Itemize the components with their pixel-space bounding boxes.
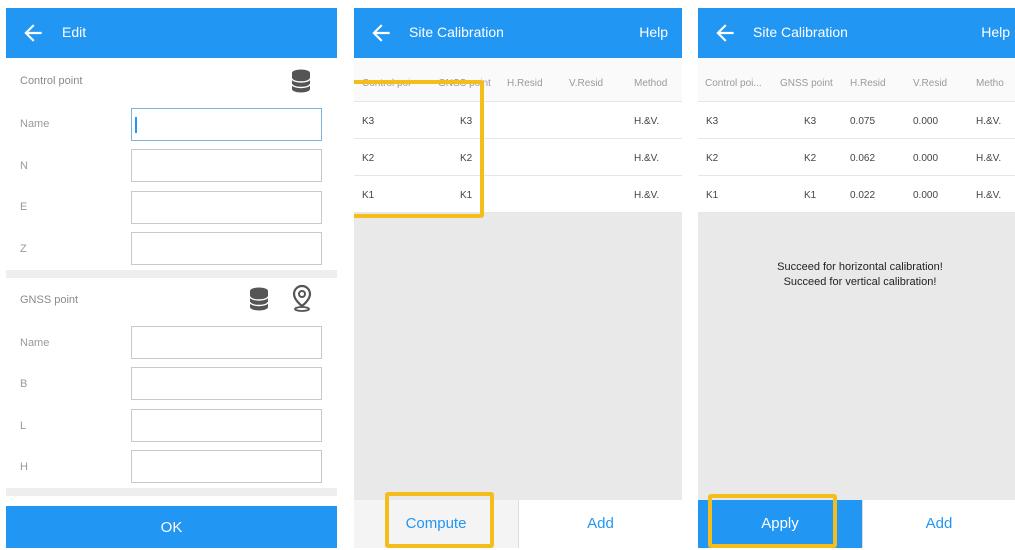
column-header-control-point[interactable]: Control poi... bbox=[705, 78, 762, 89]
cell-control-point: K1 bbox=[706, 190, 719, 201]
column-header-method[interactable]: Method bbox=[634, 78, 667, 89]
table-header: Control poi... GNSS point H.Resid V.Resi… bbox=[698, 58, 1015, 102]
control-name-input[interactable] bbox=[131, 108, 322, 141]
gnss-b-input[interactable] bbox=[131, 367, 322, 400]
empty-list-area bbox=[354, 213, 682, 500]
table-row[interactable]: K1 K1 0.022 0.000 H.&V. bbox=[698, 176, 1015, 213]
section-divider bbox=[6, 270, 337, 278]
edit-screen: Edit Control point Name N E Z GNSS point… bbox=[6, 8, 337, 548]
add-button[interactable]: Add bbox=[862, 500, 1015, 548]
empty-list-area bbox=[698, 213, 1015, 500]
app-bar: Edit bbox=[6, 8, 337, 58]
gnss-point-section-title: GNSS point bbox=[20, 294, 79, 306]
column-header-v-resid[interactable]: V.Resid bbox=[913, 78, 947, 89]
column-header-v-resid[interactable]: V.Resid bbox=[569, 78, 603, 89]
add-button-label: Add bbox=[925, 515, 953, 532]
control-n-label: N bbox=[20, 160, 28, 172]
cell-h-resid: 0.075 bbox=[850, 116, 876, 127]
cell-method: H.&V. bbox=[976, 116, 1002, 127]
control-z-label: Z bbox=[20, 243, 27, 255]
app-bar: Site Calibration Help bbox=[354, 8, 682, 58]
page-title: Edit bbox=[62, 24, 87, 40]
add-button[interactable]: Add bbox=[518, 500, 682, 548]
gnss-l-input[interactable] bbox=[131, 409, 322, 442]
column-header-method[interactable]: Metho bbox=[976, 78, 1004, 89]
table-row[interactable]: K3 K3 0.075 0.000 H.&V. bbox=[698, 102, 1015, 139]
back-arrow-icon[interactable] bbox=[20, 20, 46, 46]
table-row[interactable]: K2 K2 0.062 0.000 H.&V. bbox=[698, 139, 1015, 176]
gnss-h-input[interactable] bbox=[131, 450, 322, 483]
column-header-h-resid[interactable]: H.Resid bbox=[507, 78, 543, 89]
cell-v-resid: 0.000 bbox=[913, 153, 939, 164]
ok-button-label: OK bbox=[160, 519, 183, 536]
gnss-h-label: H bbox=[20, 461, 28, 473]
cell-method: H.&V. bbox=[634, 153, 660, 164]
site-calibration-screen: Site Calibration Help Control poi GNSS p… bbox=[354, 8, 682, 548]
horizontal-calibration-message: Succeed for horizontal calibration! bbox=[777, 261, 943, 273]
app-bar: Site Calibration Help bbox=[698, 8, 1015, 58]
cell-control-point: K2 bbox=[706, 153, 719, 164]
control-name-label: Name bbox=[20, 118, 50, 130]
cell-v-resid: 0.000 bbox=[913, 190, 939, 201]
control-n-input[interactable] bbox=[131, 149, 322, 182]
highlight-box-points bbox=[354, 80, 484, 218]
database-icon[interactable] bbox=[290, 68, 312, 94]
highlight-box-compute bbox=[385, 492, 494, 548]
control-z-input[interactable] bbox=[131, 232, 322, 265]
help-button[interactable]: Help bbox=[981, 24, 1010, 40]
cell-h-resid: 0.062 bbox=[850, 153, 876, 164]
cell-method: H.&V. bbox=[976, 190, 1002, 201]
gnss-b-label: B bbox=[20, 378, 28, 390]
database-icon[interactable] bbox=[248, 286, 270, 312]
ok-button[interactable]: OK bbox=[6, 506, 337, 548]
gnss-name-input[interactable] bbox=[131, 326, 322, 359]
control-e-label: E bbox=[20, 201, 28, 213]
location-pin-icon[interactable] bbox=[291, 284, 313, 312]
cell-gnss-point: K1 bbox=[804, 190, 817, 201]
gnss-name-label: Name bbox=[20, 337, 50, 349]
page-title: Site Calibration bbox=[409, 24, 504, 40]
highlight-box-apply bbox=[708, 494, 837, 548]
back-arrow-icon[interactable] bbox=[712, 20, 738, 46]
control-e-input[interactable] bbox=[131, 191, 322, 224]
text-caret bbox=[135, 117, 137, 133]
cell-method: H.&V. bbox=[976, 153, 1002, 164]
cell-v-resid: 0.000 bbox=[913, 116, 939, 127]
control-point-section-title: Control point bbox=[20, 75, 83, 87]
column-header-h-resid[interactable]: H.Resid bbox=[850, 78, 886, 89]
cell-method: H.&V. bbox=[634, 116, 660, 127]
site-calibration-result-screen: Site Calibration Help Control poi... GNS… bbox=[698, 8, 1015, 548]
cell-method: H.&V. bbox=[634, 190, 660, 201]
calibration-table: K3 K3 0.075 0.000 H.&V. K2 K2 0.062 0.00… bbox=[698, 102, 1015, 213]
page-title: Site Calibration bbox=[753, 24, 848, 40]
back-arrow-icon[interactable] bbox=[368, 20, 394, 46]
cell-gnss-point: K3 bbox=[804, 116, 817, 127]
help-button[interactable]: Help bbox=[639, 24, 668, 40]
gnss-l-label: L bbox=[20, 420, 27, 432]
column-header-gnss-point[interactable]: GNSS point bbox=[780, 78, 833, 89]
vertical-calibration-message: Succeed for vertical calibration! bbox=[783, 276, 937, 288]
cell-h-resid: 0.022 bbox=[850, 190, 876, 201]
cell-gnss-point: K2 bbox=[804, 153, 817, 164]
add-button-label: Add bbox=[587, 515, 614, 532]
calibration-result-toast: Succeed for horizontal calibration! Succ… bbox=[740, 260, 980, 290]
cell-control-point: K3 bbox=[706, 116, 719, 127]
section-divider bbox=[6, 488, 337, 496]
